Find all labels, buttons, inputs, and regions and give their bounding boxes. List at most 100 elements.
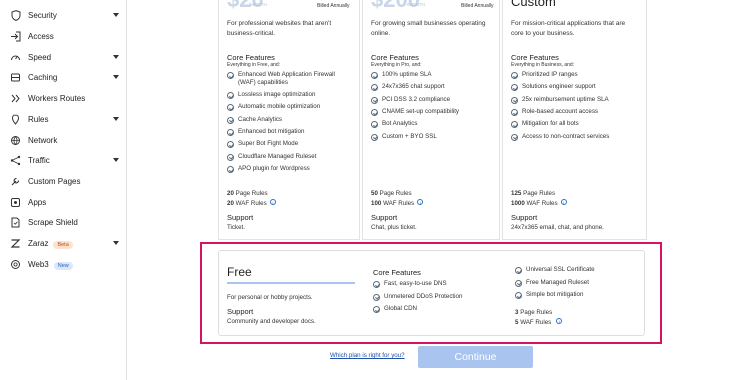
network-icon <box>10 135 21 146</box>
sidebar-item-caching[interactable]: Caching <box>0 67 127 87</box>
feature-item: 100% uptime SLA <box>382 71 432 78</box>
feature-item: Unmetered DDoS Protection <box>384 292 463 300</box>
waf-rules-label: WAF Rules <box>235 200 267 207</box>
chevron-down-icon[interactable] <box>113 55 119 59</box>
sidebar-item-workers-routes[interactable]: Workers Routes <box>0 88 127 108</box>
sidebar-item-traffic[interactable]: Traffic <box>0 150 127 170</box>
core-features-subtitle: Everything in Free, and: <box>227 62 281 68</box>
check-circle-icon <box>373 281 380 288</box>
free-features-title: Core Features <box>373 268 421 277</box>
waf-rules-count: 1000 <box>511 200 525 207</box>
waf-rules: 20 WAF Rules <box>227 199 276 207</box>
sidebar-item-speed[interactable]: Speed <box>0 47 127 67</box>
sidebar-item-label: Access <box>28 31 54 41</box>
core-features-title: Core Features <box>511 53 559 62</box>
sidebar-item-web3[interactable]: Web3 New <box>0 254 127 274</box>
sidebar-item-label: Network <box>28 135 58 145</box>
feature-item: Universal SSL Certificate <box>526 266 595 273</box>
page-rules: 50 Page Rules <box>371 190 412 197</box>
sidebar-item-label: Zaraz Beta <box>28 239 73 249</box>
check-circle-icon <box>515 279 522 287</box>
page-rules: 20 Page Rules <box>227 190 268 197</box>
chevron-down-icon[interactable] <box>113 75 119 79</box>
sidebar-item-custom-pages[interactable]: Custom Pages <box>0 171 127 191</box>
page-rules-count: 20 <box>227 190 234 197</box>
sidebar-item-label: Traffic <box>28 155 50 165</box>
check-circle-icon <box>511 133 518 141</box>
check-circle-icon <box>515 267 522 274</box>
plan-billing: Billed Annually <box>461 3 494 9</box>
feature-item: 25x reimbursement uptime SLA <box>522 95 609 103</box>
support-value: 24x7x365 email, chat, and phone. <box>511 224 604 231</box>
info-icon[interactable] <box>417 199 424 206</box>
check-circle-icon <box>227 165 234 173</box>
feature-item: Prioritized IP ranges <box>522 71 578 78</box>
rules-icon <box>10 113 21 125</box>
sidebar-badge: Beta <box>53 240 73 249</box>
check-circle-icon <box>371 84 378 92</box>
plan-card-pro[interactable]: $20/MONTHBilled AnnuallyFor professional… <box>218 0 360 240</box>
plan-help-link[interactable]: Which plan is right for you? <box>330 352 405 359</box>
apps-icon <box>10 197 21 208</box>
shield-icon <box>10 9 21 21</box>
support-value: Chat, plus ticket. <box>371 224 417 231</box>
feature-item: Fast, easy-to-use DNS <box>384 280 447 287</box>
sidebar-item-zaraz[interactable]: Zaraz Beta <box>0 233 127 253</box>
check-circle-icon <box>511 84 518 92</box>
plan-price-period: /MONTH <box>249 2 267 7</box>
sidebar-item-network[interactable]: Network <box>0 130 127 150</box>
plan-card-enterprise[interactable]: Custom For mission-critical applications … <box>502 0 647 240</box>
feature-item: Free Managed Ruleset <box>526 278 589 286</box>
free-waf-rules-label: WAF Rules <box>520 319 552 326</box>
sidebar-badge: New <box>53 261 73 270</box>
plan-card-free[interactable]: Free For personal or hobby projects. Sup… <box>218 250 645 336</box>
feature-item: Enhanced bot mitigation <box>238 127 305 135</box>
sidebar-item-label: Security <box>28 10 57 20</box>
free-support-title: Support <box>227 307 254 316</box>
feature-item: Lossless image optimization <box>238 91 316 98</box>
free-plan-underline <box>227 282 355 284</box>
sidebar-item-label: Custom Pages <box>28 176 81 186</box>
sidebar-item-apps[interactable]: Apps <box>0 192 127 212</box>
chevron-down-icon[interactable] <box>113 117 119 121</box>
check-circle-icon <box>371 72 378 79</box>
check-circle-icon <box>373 293 380 301</box>
info-icon[interactable] <box>560 199 567 206</box>
feature-item: Cache Analytics <box>238 115 283 123</box>
gauge-icon <box>10 52 21 63</box>
check-circle-icon <box>371 108 378 116</box>
waf-rules-count: 100 <box>371 200 382 207</box>
info-icon[interactable] <box>555 318 562 325</box>
feature-item: 24x7x365 chat support <box>382 83 445 91</box>
check-circle-icon <box>511 121 518 129</box>
feature-item: Custom + BYO SSL <box>382 132 437 140</box>
wrench-icon <box>10 176 21 187</box>
check-circle-icon <box>511 72 518 79</box>
feature-item: Simple bot mitigation <box>526 291 584 298</box>
plan-description: For mission-critical applications that a… <box>511 20 626 37</box>
sidebar-item-security[interactable]: Security <box>0 5 127 25</box>
waf-rules-count: 20 <box>227 200 234 207</box>
feature-item: Enhanced Web Application Firewall (WAF) … <box>238 71 335 86</box>
sidebar-item-scrape-shield[interactable]: Scrape Shield <box>0 212 127 232</box>
feature-item: CNAME set-up compatibility <box>382 107 460 115</box>
core-features-title: Core Features <box>371 53 419 62</box>
sidebar-item-rules[interactable]: Rules <box>0 109 127 129</box>
free-plan-name: Free <box>227 265 252 279</box>
chevron-down-icon[interactable] <box>113 13 119 17</box>
core-features-title: Core Features <box>227 53 275 62</box>
check-circle-icon <box>373 306 380 313</box>
zaraz-icon <box>10 238 21 249</box>
continue-button[interactable]: Continue <box>418 346 533 368</box>
support-title: Support <box>371 213 398 222</box>
free-waf-rules: 5 WAF Rules <box>515 318 562 326</box>
info-icon[interactable] <box>269 199 276 206</box>
plan-card-business[interactable]: $200/MONTHBilled AnnuallyFor growing sma… <box>362 0 500 240</box>
chevron-down-icon[interactable] <box>113 241 119 245</box>
sidebar-item-access[interactable]: Access <box>0 26 127 46</box>
workers-icon <box>10 93 21 104</box>
sidebar-item-label: Caching <box>28 72 58 82</box>
sidebar-item-label: Scrape Shield <box>28 217 78 227</box>
page-rules-label: Page Rules <box>523 190 556 197</box>
chevron-down-icon[interactable] <box>113 158 119 162</box>
